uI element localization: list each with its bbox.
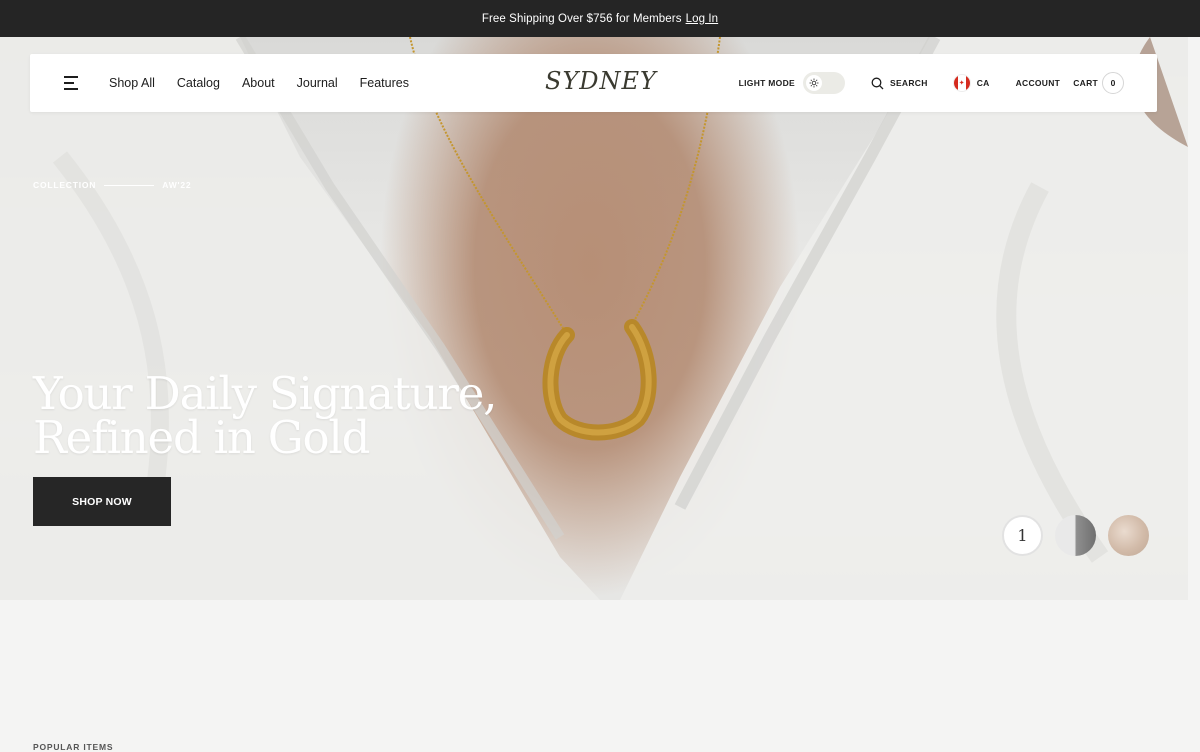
main-nav: Shop All Catalog About Journal Features … xyxy=(30,54,1157,112)
light-mode-label: LIGHT MODE xyxy=(738,78,795,88)
slide-dot-2[interactable] xyxy=(1055,515,1096,556)
country-label: CA xyxy=(976,78,990,88)
shop-now-button[interactable]: SHOP NOW xyxy=(33,477,171,526)
slide-dot-1[interactable]: 1 xyxy=(1002,515,1043,556)
eyebrow-divider xyxy=(104,184,155,186)
hero-title-line-1: Your Daily Signature, xyxy=(33,367,497,420)
cart-count-badge: 0 xyxy=(1102,72,1124,94)
light-mode-toggle[interactable] xyxy=(802,72,845,94)
nav-links: Shop All Catalog About Journal Features xyxy=(109,54,409,112)
announcement-text: Free Shipping Over $756 for Members xyxy=(481,12,682,25)
cart-label: CART xyxy=(1073,78,1098,88)
nav-link-journal[interactable]: Journal xyxy=(297,76,338,90)
announcement-bar: Free Shipping Over $756 for Members Log … xyxy=(0,0,1200,37)
nav-link-features[interactable]: Features xyxy=(360,76,409,90)
nav-link-catalog[interactable]: Catalog xyxy=(177,76,220,90)
account-link[interactable]: ACCOUNT xyxy=(1016,78,1061,88)
hamburger-menu-icon[interactable] xyxy=(64,76,80,90)
slide-dot-3[interactable] xyxy=(1108,515,1149,556)
site-logo[interactable]: SYDNEY xyxy=(545,67,656,95)
sun-icon xyxy=(805,75,822,91)
login-link[interactable]: Log In xyxy=(686,13,719,25)
popular-items-label: POPULAR ITEMS xyxy=(33,742,114,752)
search-button[interactable]: SEARCH xyxy=(871,77,928,90)
nav-link-about[interactable]: About xyxy=(242,76,275,90)
hero-title-line-2: Refined in Gold xyxy=(33,411,370,464)
slide-selector: 1 xyxy=(1002,515,1149,556)
nav-utilities: LIGHT MODE SEARCH ✦ CA ACCOUNT CART 0 xyxy=(739,54,1124,112)
hero-banner: COLLECTION AW'22 Your Daily Signature, R… xyxy=(0,37,1188,600)
search-icon xyxy=(871,77,884,89)
season-label: AW'22 xyxy=(162,180,192,190)
search-label: SEARCH xyxy=(889,78,928,88)
hero-title: Your Daily Signature, Refined in Gold xyxy=(33,367,553,464)
collection-label: COLLECTION xyxy=(33,180,97,190)
nav-link-shop-all[interactable]: Shop All xyxy=(109,76,155,90)
cart-button[interactable]: CART 0 xyxy=(1073,72,1124,94)
country-selector[interactable]: ✦ CA xyxy=(953,75,990,91)
collection-eyebrow: COLLECTION AW'22 xyxy=(33,180,191,190)
canada-flag-icon: ✦ xyxy=(953,75,970,91)
